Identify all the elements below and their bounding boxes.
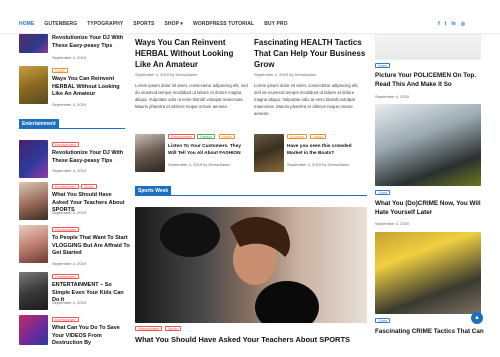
- category-tag[interactable]: Entertainment: [52, 274, 80, 279]
- category-tag[interactable]: Sports: [165, 326, 181, 331]
- post-title[interactable]: What Can You Do To Save Your VIDEOS From…: [52, 325, 130, 348]
- post-author[interactable]: DemoAdmin: [208, 162, 230, 167]
- featured-post-title[interactable]: What You Should Have Asked Your Teachers…: [135, 334, 367, 345]
- menu-shop[interactable]: SHOP ▾: [164, 21, 183, 27]
- category-tag[interactable]: Entertainment: [52, 227, 80, 232]
- post-meta: September 4, 2019 by DemoAdmin: [254, 72, 317, 77]
- menu-gutenberg[interactable]: GUTENBERG: [44, 21, 77, 27]
- post-meta: September 4, 2019 by DemoAdmin: [135, 72, 198, 77]
- linkedin-icon[interactable]: in: [451, 21, 455, 27]
- section-title: Entertainment: [19, 119, 59, 129]
- menu-wordpress-tutorial[interactable]: WORDPRESS TUTORIAL: [193, 21, 254, 27]
- boxing-glove-icon: [255, 281, 319, 323]
- category-tag[interactable]: Entertainment: [168, 134, 196, 139]
- post-thumbnail[interactable]: [19, 140, 48, 178]
- category-tag[interactable]: Entertainment: [52, 184, 80, 189]
- featured-post-title[interactable]: Ways You Can Reinvent HERBAL Without Loo…: [135, 37, 250, 70]
- post-title[interactable]: Revolutionize Your DJ With These Easy-pe…: [52, 35, 132, 50]
- instagram-icon[interactable]: ◎: [461, 21, 465, 27]
- menu-items: HOME GUTENBERG TYPOGRAPHY SPORTS SHOP ▾ …: [19, 21, 298, 27]
- arrow-up-icon: ▲: [474, 315, 480, 321]
- menu-home[interactable]: HOME: [19, 21, 34, 27]
- main-navigation: HOME GUTENBERG TYPOGRAPHY SPORTS SHOP ▾ …: [0, 0, 500, 34]
- post-date: September 4, 2019: [52, 261, 87, 266]
- post-date: September 4, 2019: [52, 55, 87, 60]
- post-thumbnail[interactable]: [19, 34, 48, 53]
- featured-post-title[interactable]: Fascinating HEALTH Tactics That Can Help…: [254, 37, 366, 70]
- category-tag[interactable]: Entertainment: [52, 317, 80, 322]
- category-tag[interactable]: Crime: [375, 318, 391, 323]
- post-excerpt: Lorem ipsum dolor sit amet, consectetur …: [135, 83, 248, 109]
- facebook-icon[interactable]: f: [438, 21, 440, 27]
- category-tag[interactable]: Crime: [375, 63, 391, 68]
- category-tag[interactable]: Health: [219, 134, 235, 139]
- post-title[interactable]: Listen To Your Customers. They Will Tell…: [168, 143, 250, 157]
- post-author[interactable]: DemoAdmin: [175, 72, 197, 77]
- menu-typography[interactable]: TYPOGRAPHY: [87, 21, 123, 27]
- menu-buy-pro[interactable]: BUY PRO: [264, 21, 287, 27]
- post-title[interactable]: Have you seen this crowded Market in the…: [287, 143, 367, 157]
- post-thumbnail[interactable]: [19, 182, 48, 220]
- post-date: September 3, 2019: [287, 162, 322, 167]
- section-title: Sports Week: [135, 186, 172, 196]
- post-thumbnail[interactable]: [19, 272, 48, 310]
- post-meta: September 4, 2019 by DemoAdmin: [168, 162, 231, 167]
- post-author[interactable]: DemoAdmin: [327, 162, 349, 167]
- twitter-icon[interactable]: t: [445, 21, 447, 27]
- post-thumbnail[interactable]: [254, 134, 284, 172]
- post-date: September 4, 2019: [52, 102, 87, 107]
- category-tag[interactable]: Health: [310, 134, 326, 139]
- category-tag[interactable]: Entertainment: [135, 326, 163, 331]
- post-meta: September 3, 2019 by DemoAdmin: [287, 162, 350, 167]
- post-thumbnail[interactable]: [19, 225, 48, 263]
- post-title[interactable]: Fascinating CRIME Tactics That Can: [375, 327, 485, 336]
- featured-image[interactable]: [135, 207, 367, 323]
- social-links: f t in ◎: [438, 21, 465, 27]
- category-tag[interactable]: Sports: [81, 184, 97, 189]
- post-date: September 4, 2019: [375, 94, 410, 99]
- post-thumbnail[interactable]: [19, 66, 48, 104]
- post-thumbnail[interactable]: [375, 232, 481, 314]
- post-title[interactable]: Revolutionize Your DJ With These Easy-pe…: [52, 150, 128, 165]
- scroll-to-top-button[interactable]: ▲: [471, 312, 483, 324]
- post-date: September 4, 2019: [52, 210, 87, 215]
- post-thumbnail[interactable]: [135, 134, 165, 172]
- post-thumbnail[interactable]: [375, 104, 481, 186]
- post-date: September 4, 2019: [52, 168, 87, 173]
- post-thumbnail[interactable]: [19, 315, 48, 345]
- post-date: September 4, 2019: [168, 162, 203, 167]
- post-title[interactable]: Ways You Can Reinvent HERBAL Without Loo…: [52, 76, 132, 99]
- post-thumbnail[interactable]: [375, 34, 481, 60]
- post-author[interactable]: DemoAdmin: [294, 72, 316, 77]
- post-title[interactable]: Picture Your POLICEMEN On Top. Read This…: [375, 71, 483, 89]
- post-title[interactable]: To People That Want To Start VLOGGING Bu…: [52, 235, 130, 258]
- post-excerpt: Lorem ipsum dolor sit amet, consectetur …: [254, 83, 359, 116]
- category-tag[interactable]: Crime: [375, 190, 391, 195]
- boxing-glove-icon: [160, 213, 220, 257]
- post-title[interactable]: What You (Do)CRIME Now, You Will Hate Yo…: [375, 199, 485, 217]
- post-date: September 4, 2019: [135, 72, 170, 77]
- boxing-photo-illustration: [160, 213, 319, 323]
- category-tag[interactable]: Fashion: [197, 134, 216, 139]
- post-date: September 3, 2019: [375, 221, 410, 226]
- post-date: September 4, 2019: [254, 72, 289, 77]
- category-tag[interactable]: Economy: [287, 134, 308, 139]
- category-tag[interactable]: Entertainment: [52, 142, 80, 147]
- post-date: September 4, 2019: [52, 300, 87, 305]
- menu-sports[interactable]: SPORTS: [133, 21, 154, 27]
- category-tag[interactable]: Health: [52, 68, 68, 73]
